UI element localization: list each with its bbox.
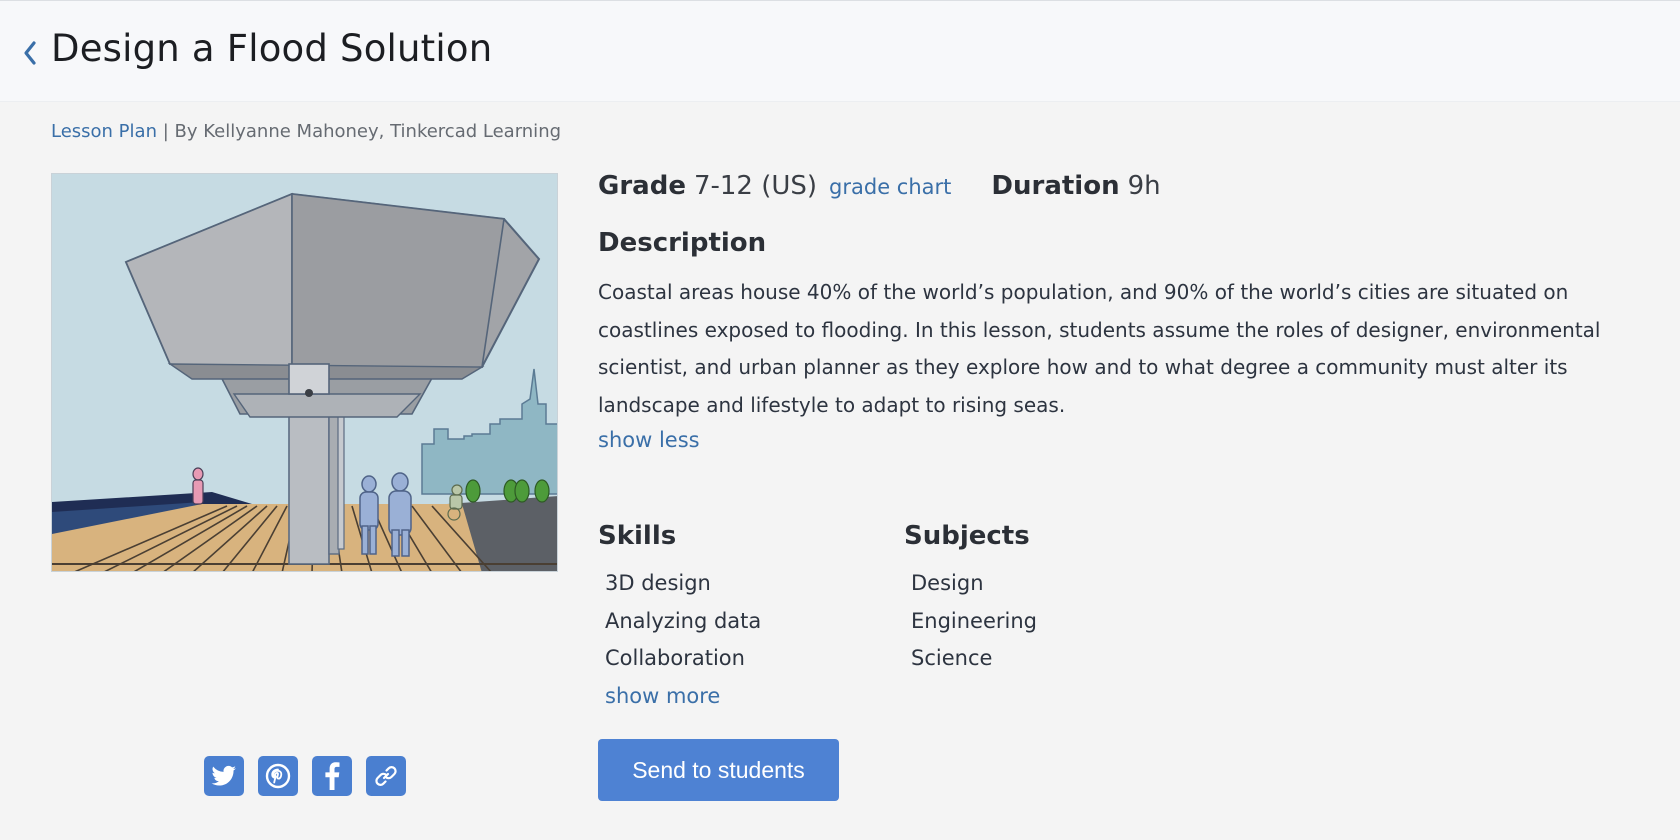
skill-item: 3D design — [605, 571, 711, 595]
link-icon — [375, 766, 397, 786]
byline-separator: | — [162, 121, 169, 142]
send-to-students-button[interactable]: Send to students — [598, 739, 839, 801]
lesson-image — [51, 173, 558, 572]
duration-value: 9h — [1127, 171, 1161, 201]
twitter-icon — [211, 765, 236, 786]
pinterest-icon — [265, 763, 291, 789]
share-buttons — [204, 756, 406, 796]
lesson-plan-link[interactable]: Lesson Plan — [51, 121, 157, 142]
share-pinterest-button[interactable] — [258, 756, 298, 796]
show-more-link[interactable]: show more — [605, 684, 720, 708]
flood-solution-illustration — [52, 174, 557, 571]
skill-item: Collaboration — [605, 646, 745, 670]
page-header: Design a Flood Solution — [0, 0, 1680, 102]
byline-author: By Kellyanne Mahoney, Tinkercad Learning — [174, 121, 562, 142]
skill-item: Analyzing data — [605, 608, 762, 633]
skills-heading: Skills — [598, 521, 677, 551]
description-text: Coastal areas house 40% of the world’s p… — [598, 280, 1601, 417]
grade-label: Grade — [598, 171, 686, 201]
subject-item: Design — [911, 571, 984, 595]
duration-label: Duration — [991, 171, 1120, 201]
subjects-list: Design Engineering Science — [911, 565, 1037, 678]
byline: Lesson Plan | By Kellyanne Mahoney, Tink… — [51, 121, 561, 142]
skills-list: 3D design Analyzing data Collaboration — [605, 565, 761, 678]
page-title: Design a Flood Solution — [51, 27, 493, 70]
facebook-icon — [325, 762, 340, 790]
subject-item: Engineering — [911, 608, 1037, 633]
share-facebook-button[interactable] — [312, 756, 352, 796]
grade-chart-link[interactable]: grade chart — [829, 175, 951, 199]
show-less-link[interactable]: show less — [598, 428, 700, 452]
grade-value: 7-12 (US) — [693, 171, 818, 201]
subjects-heading: Subjects — [904, 521, 1030, 551]
back-button[interactable] — [18, 35, 42, 71]
subject-item: Science — [911, 646, 993, 670]
lesson-meta: Grade 7-12 (US) grade chart Duration 9h — [598, 171, 1161, 201]
share-twitter-button[interactable] — [204, 756, 244, 796]
description-heading: Description — [598, 228, 767, 258]
share-link-button[interactable] — [366, 756, 406, 796]
chevron-left-icon — [24, 41, 36, 65]
